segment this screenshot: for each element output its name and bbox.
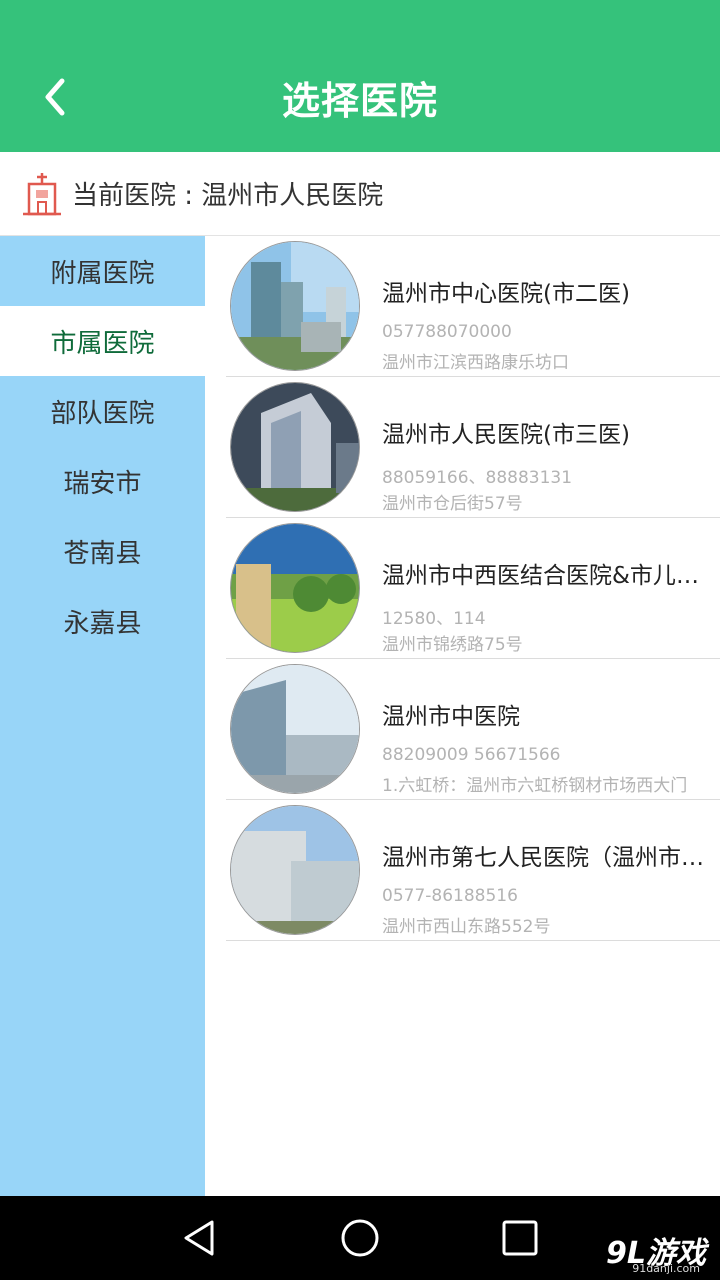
nav-back-button[interactable] — [178, 1216, 222, 1260]
watermark: 9L游戏 91danji.com — [606, 1228, 706, 1275]
hospital-phone: 057788070000 — [382, 322, 512, 342]
hospital-name: 温州市中西医结合医院&市儿童医院 — [382, 563, 717, 589]
hospital-photo — [230, 241, 360, 371]
current-hospital-label: 当前医院 : 温州市人民医院 — [72, 181, 384, 211]
hospital-address: 温州市仓后街57号 — [382, 494, 523, 514]
hospital-address: 1.六虹桥：温州市六虹桥钢材市场西大门 — [382, 776, 688, 796]
hospital-name: 温州市第七人民医院（温州市精神病医院） — [382, 845, 717, 871]
hospital-list-item[interactable]: 温州市中西医结合医院&市儿童医院 12580、114 温州市锦绣路75号 — [226, 518, 720, 659]
hospital-address: 温州市江滨西路康乐坊口 — [382, 353, 569, 373]
page-title: 选择医院 — [281, 79, 438, 123]
category-label: 附属医院 — [50, 258, 155, 289]
category-sidebar: 附属医院 市属医院 部队医院 瑞安市 苍南县 永嘉县 — [0, 236, 205, 1196]
app-header: 选择医院 — [0, 0, 720, 152]
hospital-list-item[interactable]: 温州市中医院 88209009 56671566 1.六虹桥：温州市六虹桥钢材市… — [226, 659, 720, 800]
category-label: 部队医院 — [50, 398, 155, 429]
hospital-list-item[interactable]: 温州市人民医院(市三医) 88059166、88883131 温州市仓后街57号 — [226, 377, 720, 518]
hospital-address: 温州市锦绣路75号 — [382, 635, 523, 655]
triangle-back-icon — [184, 1220, 214, 1256]
category-label: 市属医院 — [50, 328, 155, 359]
nav-recents-button[interactable] — [498, 1216, 542, 1260]
hospital-list-item[interactable]: 温州市中心医院(市二医) 057788070000 温州市江滨西路康乐坊口 — [226, 236, 720, 377]
category-yongjia[interactable]: 永嘉县 — [0, 586, 205, 656]
hospital-photo — [230, 523, 360, 653]
hospital-photo — [230, 382, 360, 512]
nav-home-button[interactable] — [338, 1216, 382, 1260]
hospital-icon — [23, 172, 61, 215]
hospital-list-item[interactable]: 温州市第七人民医院（温州市精神病医院） 0577-86188516 温州市西山东… — [226, 800, 720, 941]
hospital-name: 温州市中医院 — [382, 704, 520, 730]
hospital-phone: 88059166、88883131 — [382, 468, 573, 488]
hospital-address: 温州市西山东路552号 — [382, 917, 551, 937]
hospital-phone: 88209009 56671566 — [382, 745, 561, 765]
hospital-phone: 0577-86188516 — [382, 886, 518, 906]
category-military[interactable]: 部队医院 — [0, 376, 205, 446]
circle-home-icon — [341, 1219, 379, 1257]
category-municipal[interactable]: 市属医院 — [0, 306, 205, 376]
category-label: 苍南县 — [63, 538, 142, 569]
category-ruian[interactable]: 瑞安市 — [0, 446, 205, 516]
square-recents-icon — [502, 1220, 538, 1256]
category-label: 永嘉县 — [63, 608, 142, 639]
category-cangnan[interactable]: 苍南县 — [0, 516, 205, 586]
hospital-phone: 12580、114 — [382, 609, 486, 629]
hospital-name: 温州市人民医院(市三医) — [382, 422, 630, 448]
hospital-list: 温州市中心医院(市二医) 057788070000 温州市江滨西路康乐坊口 温州… — [205, 236, 720, 1196]
hospital-name: 温州市中心医院(市二医) — [382, 281, 630, 307]
category-label: 瑞安市 — [63, 468, 142, 499]
hospital-photo — [230, 805, 360, 935]
category-affiliated[interactable]: 附属医院 — [0, 236, 205, 306]
current-hospital-bar: 当前医院 : 温州市人民医院 — [0, 152, 720, 236]
hospital-photo — [230, 664, 360, 794]
watermark-site: 91danji.com — [632, 1262, 700, 1275]
